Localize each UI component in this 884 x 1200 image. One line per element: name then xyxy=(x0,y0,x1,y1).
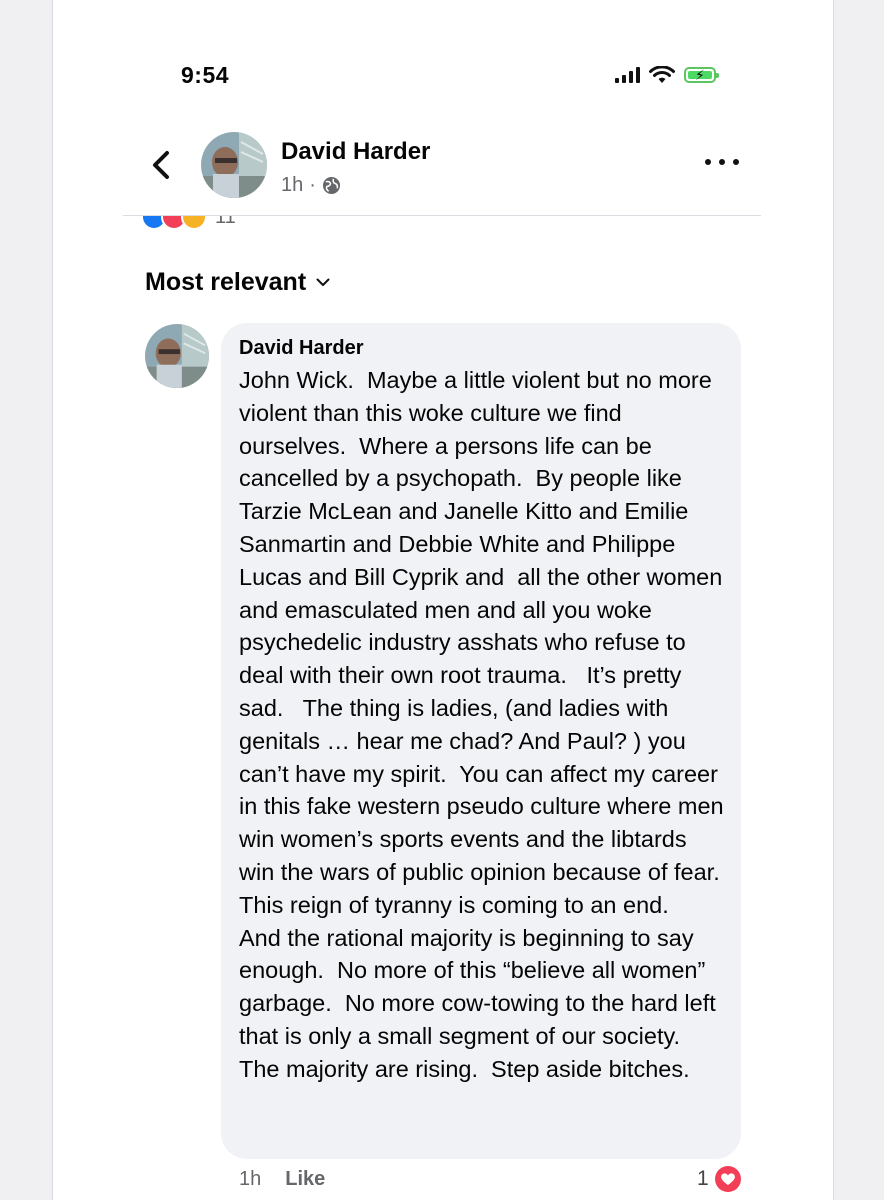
chevron-down-icon xyxy=(316,278,330,286)
meta-separator: · xyxy=(309,174,316,196)
wifi-icon xyxy=(649,66,675,83)
comment-sort-dropdown[interactable]: Most relevant xyxy=(145,268,330,297)
cellular-signal-icon xyxy=(615,67,640,83)
globe-icon xyxy=(322,176,340,195)
post-meta: 1h · xyxy=(281,174,341,197)
battery-charging-icon: ⚡ xyxy=(684,67,719,83)
comment-actions: 1h Like xyxy=(239,1168,325,1191)
status-icons: ⚡ xyxy=(615,62,719,88)
comment-age: 1h xyxy=(239,1168,262,1190)
care-reaction-icon xyxy=(181,216,207,230)
reaction-count: 11 xyxy=(215,216,236,228)
comment-bubble: David Harder John Wick. Maybe a little v… xyxy=(221,323,741,1159)
comment-reaction-count: 1 xyxy=(697,1167,709,1190)
post-age: 1h xyxy=(281,174,304,196)
like-button[interactable]: Like xyxy=(285,1168,325,1191)
post-author-name[interactable]: David Harder xyxy=(281,138,430,166)
status-time: 9:54 xyxy=(181,62,230,88)
reactions-summary[interactable]: 11 xyxy=(141,216,341,234)
comment-avatar[interactable] xyxy=(145,324,209,388)
phone-screen: 9:54 ⚡ David Harder 1h · 11 Most relevan… xyxy=(52,0,834,1200)
avatar[interactable] xyxy=(201,132,267,198)
sort-label: Most relevant xyxy=(145,268,307,296)
comment-author-name[interactable]: David Harder xyxy=(239,337,725,360)
avatar-photo xyxy=(201,132,267,198)
comment-reactions[interactable]: 1 xyxy=(697,1166,741,1192)
avatar-photo xyxy=(145,324,209,388)
post-header: David Harder 1h · xyxy=(53,124,833,216)
heart-icon xyxy=(714,1166,741,1192)
more-options-icon[interactable] xyxy=(705,150,739,174)
comment-text: John Wick. Maybe a little violent but no… xyxy=(239,367,739,1082)
back-arrow-icon[interactable] xyxy=(149,150,173,180)
